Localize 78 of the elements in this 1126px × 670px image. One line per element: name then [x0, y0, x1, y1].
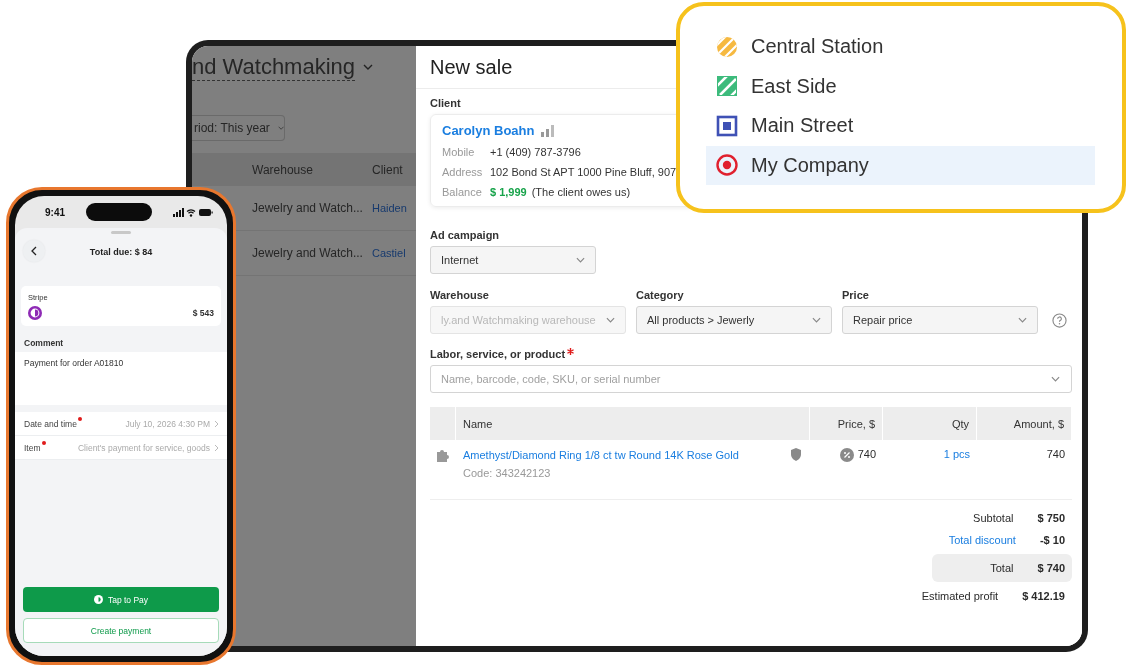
bar-chart-icon	[541, 124, 555, 137]
field-label: Balance	[442, 186, 483, 198]
column-header: Client	[371, 162, 404, 177]
back-button[interactable]	[23, 240, 45, 262]
contactless-icon	[28, 306, 42, 320]
total-label: Total	[989, 562, 1015, 574]
field-label: Price	[842, 289, 870, 301]
sheet-title: Total due: $ 84	[89, 247, 153, 257]
product-search-field[interactable]: Name, barcode, code, SKU, or serial number	[430, 365, 1072, 393]
client-name-link[interactable]: Carolyn Boahn	[442, 123, 535, 138]
form-row[interactable]: Item Client's payment for service, goods	[15, 436, 227, 460]
chevron-right-icon	[214, 419, 219, 428]
page-title[interactable]: nd Watchmaking	[192, 53, 356, 81]
discount-icon	[839, 448, 854, 462]
field-label: Category	[636, 289, 685, 301]
ad-campaign-select[interactable]: Internet	[430, 246, 596, 274]
balance-note: (The client owes us)	[531, 186, 631, 198]
location-option[interactable]: East Side	[706, 66, 1095, 106]
table-cell-text: 740	[1046, 448, 1065, 462]
column-header: Price, $	[810, 407, 883, 440]
chevron-down-icon	[1018, 317, 1027, 323]
field-value: 102 Bond St APT 1000 Pine Bluff, 907	[490, 166, 677, 178]
field-value: Client's payment for service, goods	[77, 442, 210, 453]
panel-title: New sale	[430, 55, 513, 79]
dropdown-select[interactable]: Repair price	[842, 306, 1038, 334]
camera-island-icon	[86, 203, 152, 221]
field-value: July 10, 2026 4:30 PM	[124, 418, 210, 429]
period-dropdown[interactable]: riod: This year	[192, 115, 285, 141]
payment-amount: $ 543	[192, 308, 214, 318]
total-label: Estimated profit	[920, 590, 1000, 602]
total-label: Subtotal	[972, 512, 1015, 524]
chevron-down-icon	[576, 257, 585, 263]
table-cell-text: Jewelry and Watch...	[251, 201, 364, 215]
field-label: Item	[24, 442, 41, 453]
total-value: -$ 10	[1039, 534, 1065, 546]
field-label: Client	[430, 97, 462, 109]
field-label: Address	[442, 166, 484, 178]
location-option[interactable]: My Company	[706, 145, 1095, 185]
balance-amount: $ 1,999	[490, 186, 527, 198]
location-option[interactable]: Main Street	[706, 106, 1095, 146]
table-cell: 740	[857, 448, 876, 460]
chevron-down-icon	[606, 317, 615, 323]
column-header: Amount, $	[977, 407, 1072, 440]
column-header: Name	[456, 407, 810, 440]
column-header: Qty	[883, 407, 977, 440]
field-label: Ad campaign	[430, 229, 501, 241]
status-icons	[173, 207, 213, 217]
location-option[interactable]: Central Station	[706, 27, 1095, 67]
help-icon[interactable]	[1052, 312, 1067, 328]
chevron-down-icon	[812, 317, 821, 323]
total-value: $ 740	[1037, 562, 1065, 574]
total-value: $ 750	[1037, 512, 1065, 524]
discount-link[interactable]: Total discount	[892, 534, 1040, 546]
table-cell-text: Jewelry and Watch...	[251, 246, 364, 260]
chevron-right-icon	[214, 443, 219, 452]
column-header: Warehouse	[251, 162, 314, 177]
chevron-down-icon	[277, 125, 284, 131]
product-code: Code: 343242123	[463, 467, 552, 479]
dropdown-select[interactable]: All products > Jewerly	[636, 306, 832, 334]
chevron-down-icon	[1051, 376, 1060, 382]
chevron-down-icon	[363, 64, 374, 70]
puzzle-piece-icon	[436, 448, 450, 462]
create-payment-button[interactable]: Create payment	[23, 618, 219, 643]
total-value: $ 412.19	[1022, 590, 1065, 602]
tap-to-pay-button[interactable]: Tap to Pay	[23, 587, 219, 612]
field-label: Comment	[24, 338, 65, 348]
form-row[interactable]: Date and time July 10, 2026 4:30 PM	[15, 412, 227, 436]
field-label: Mobile	[442, 146, 476, 158]
field-label: Date and time	[24, 418, 77, 429]
shield-icon	[790, 448, 802, 461]
quantity-link[interactable]: 1 pcs	[943, 448, 970, 499]
product-link[interactable]: Amethyst/Diamond Ring 1/8 ct tw Round 14K Rose Gold	[463, 448, 739, 461]
field-value: +1 (409) 787-3796	[490, 146, 581, 158]
field-label: Warehouse	[430, 289, 490, 301]
status-time: 9:41	[45, 206, 65, 218]
contactless-icon	[93, 595, 103, 604]
field-label: Labor, service, or product	[430, 348, 566, 360]
comment-field[interactable]: Payment for order A01810	[15, 352, 227, 405]
